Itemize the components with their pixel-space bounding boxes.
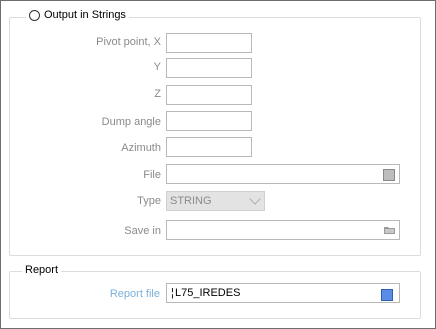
report-group-title: Report <box>22 264 62 276</box>
report-file-label: Report file <box>109 288 160 300</box>
file-browse-icon[interactable] <box>383 169 395 181</box>
azimuth-field[interactable] <box>166 137 252 157</box>
y-label: Y <box>153 61 161 73</box>
chevron-down-icon <box>249 193 261 205</box>
report-file-field[interactable]: ¦ L75_IREDES <box>166 283 400 303</box>
text-caret: ¦ <box>171 287 174 299</box>
file-field[interactable] <box>166 164 400 184</box>
pivot-x-field[interactable] <box>166 33 252 53</box>
pivot-x-label: Pivot point, X <box>96 36 161 48</box>
save-in-label: Save in <box>124 225 161 237</box>
report-title: Report <box>25 264 59 276</box>
type-select[interactable]: STRING <box>166 191 265 211</box>
report-file-value: L75_IREDES <box>175 287 241 299</box>
azimuth-label: Azimuth <box>121 142 161 154</box>
dump-angle-field[interactable] <box>166 111 252 131</box>
type-select-value: STRING <box>170 195 212 207</box>
output-strings-radio[interactable] <box>29 9 40 21</box>
report-file-picker-icon[interactable] <box>381 289 393 301</box>
output-strings-label: Output in Strings <box>44 9 126 21</box>
type-label: Type <box>137 195 161 207</box>
output-strings-option[interactable]: Output in Strings <box>26 9 129 21</box>
dump-angle-label: Dump angle <box>101 116 161 128</box>
file-label: File <box>143 169 161 181</box>
folder-icon[interactable] <box>384 226 395 234</box>
z-label: Z <box>154 88 161 100</box>
y-field[interactable] <box>166 58 252 78</box>
save-in-field[interactable] <box>166 220 400 240</box>
z-field[interactable] <box>166 85 252 105</box>
